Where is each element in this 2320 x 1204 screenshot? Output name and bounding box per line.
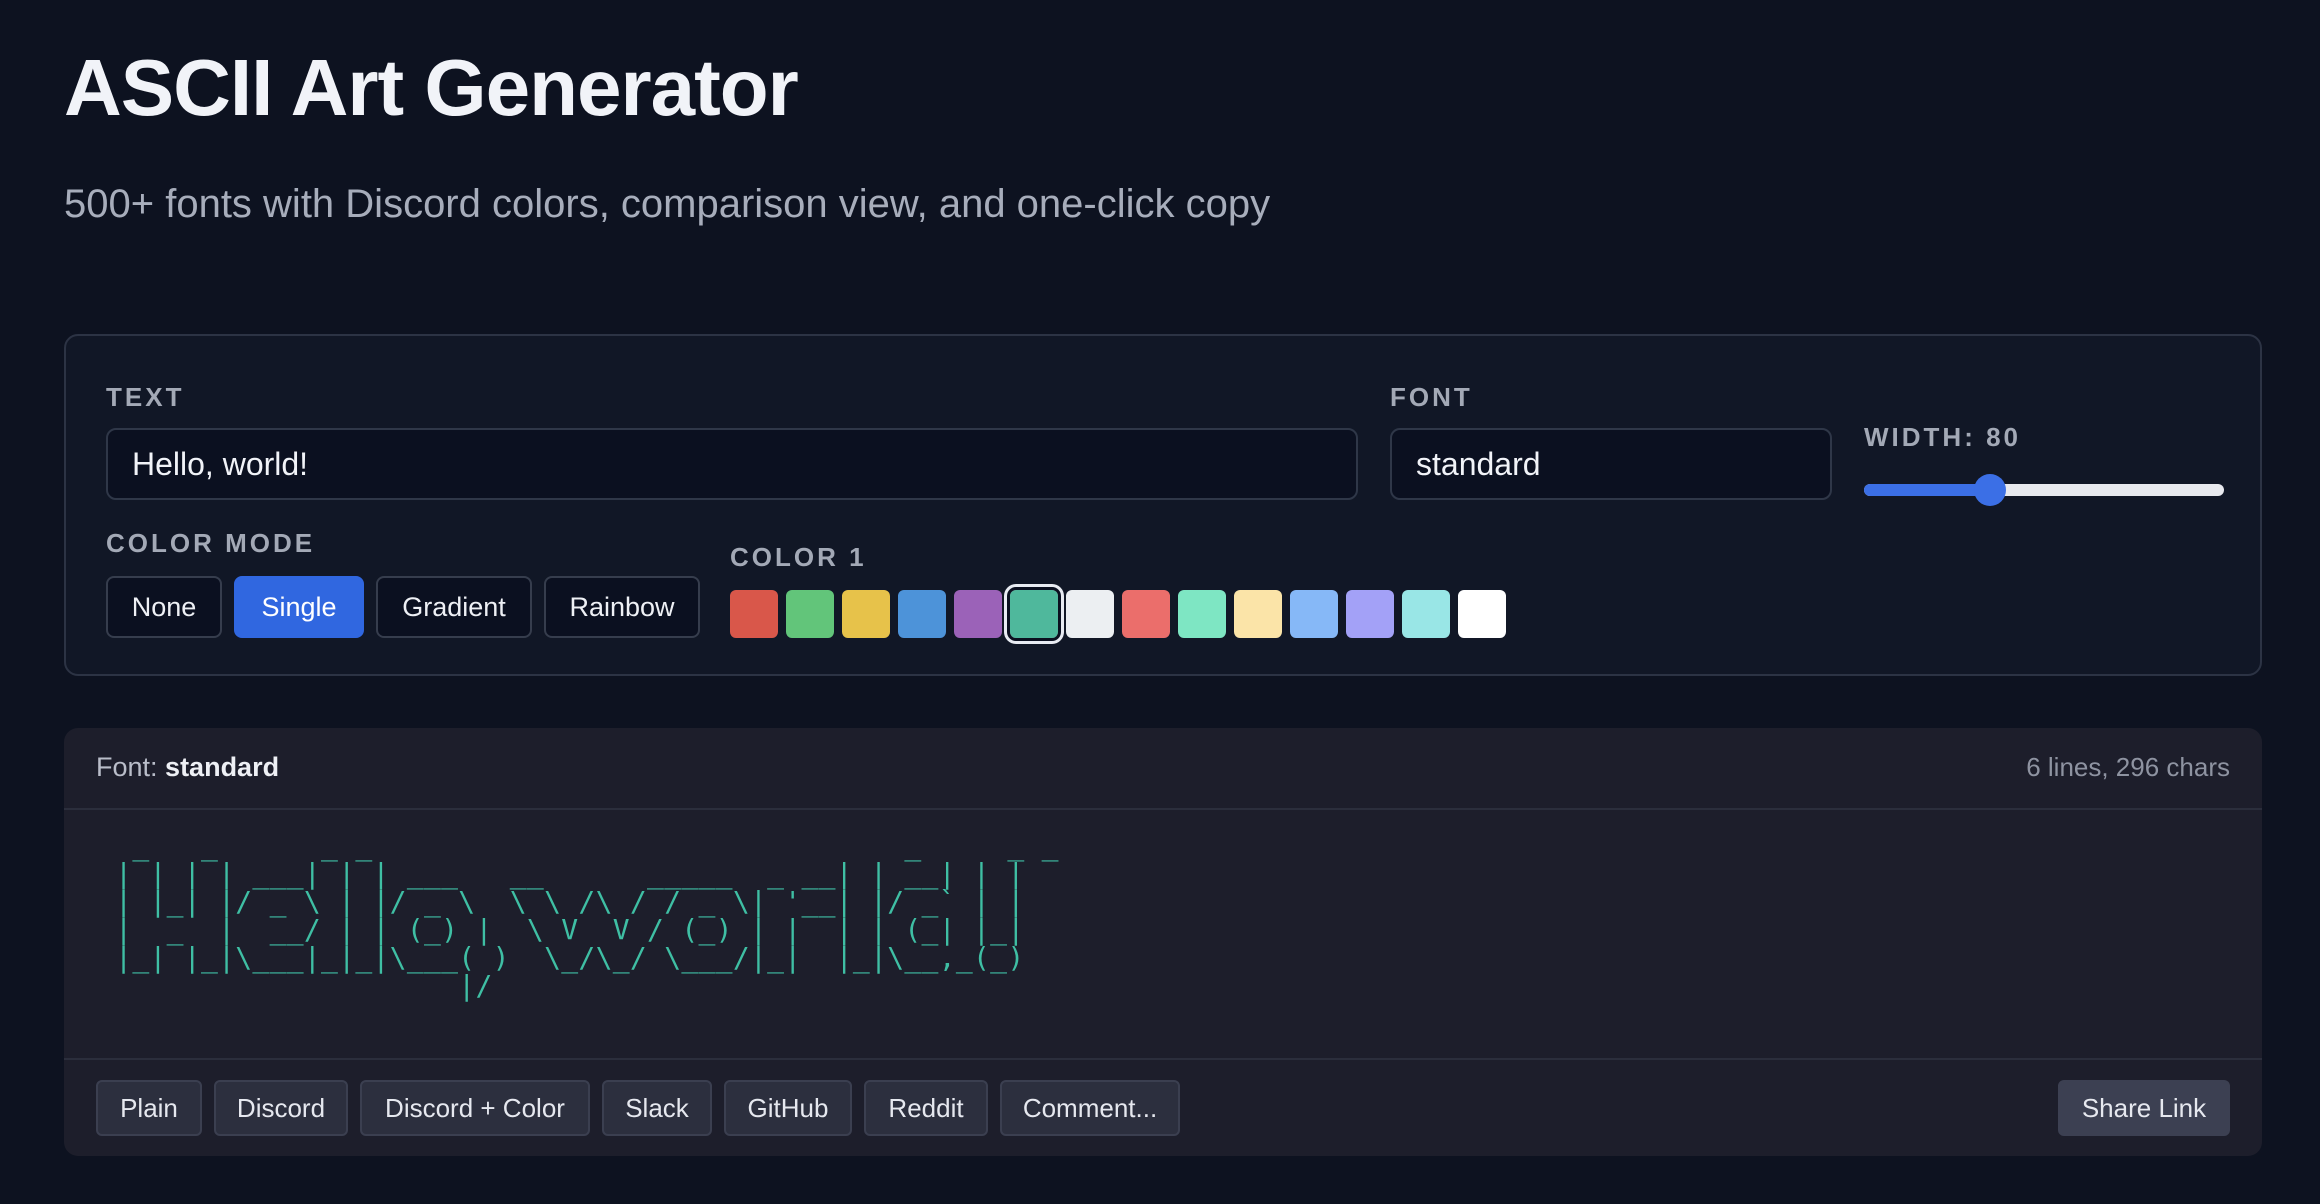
output-footer: Plain Discord Discord + Color Slack GitH… — [64, 1058, 2262, 1156]
color-swatch-13[interactable] — [1402, 590, 1450, 638]
copy-discord-button[interactable]: Discord — [214, 1080, 348, 1136]
color-swatch-1[interactable] — [730, 590, 778, 638]
color-swatch-5[interactable] — [954, 590, 1002, 638]
color-swatch-7[interactable] — [1066, 590, 1114, 638]
output-font-info: Font: standard — [96, 752, 279, 783]
output-stats: 6 lines, 296 chars — [2026, 752, 2230, 782]
output-font-name: standard — [165, 752, 280, 782]
copy-plain-button[interactable]: Plain — [96, 1080, 202, 1136]
text-input[interactable] — [106, 428, 1358, 500]
color-swatch-11[interactable] — [1290, 590, 1338, 638]
width-slider-thumb[interactable] — [1974, 474, 2006, 506]
color1-label: COLOR 1 — [730, 542, 867, 572]
width-label: WIDTH: 80 — [1864, 422, 2021, 452]
copy-comment-button[interactable]: Comment... — [1000, 1080, 1180, 1136]
page-title: ASCII Art Generator — [64, 43, 799, 132]
color-mode-rainbow-button[interactable]: Rainbow — [544, 576, 700, 638]
color-swatch-12[interactable] — [1346, 590, 1394, 638]
color-swatch-8[interactable] — [1122, 590, 1170, 638]
font-label: FONT — [1390, 382, 1473, 412]
text-label: TEXT — [106, 382, 185, 412]
controls-panel: TEXT FONT WIDTH: 80 COLOR MODE None Sing… — [64, 334, 2262, 676]
color-mode-single-button[interactable]: Single — [234, 576, 364, 638]
color-mode-none-button[interactable]: None — [106, 576, 222, 638]
ascii-art-preview: _ _ _ _ _ _ _ | | | | ___| | | ___ __ __… — [115, 829, 1059, 1002]
font-input[interactable] — [1390, 428, 1832, 500]
width-slider-fill — [1864, 484, 1990, 496]
copy-reddit-button[interactable]: Reddit — [864, 1080, 988, 1136]
color-swatch-6[interactable] — [1007, 587, 1061, 641]
copy-github-button[interactable]: GitHub — [724, 1080, 852, 1136]
color-swatch-14[interactable] — [1458, 590, 1506, 638]
color-swatch-4[interactable] — [898, 590, 946, 638]
copy-discord-color-button[interactable]: Discord + Color — [360, 1080, 590, 1136]
color-mode-gradient-button[interactable]: Gradient — [376, 576, 532, 638]
copy-slack-button[interactable]: Slack — [602, 1080, 712, 1136]
page: ASCII Art Generator 500+ fonts with Disc… — [0, 0, 2320, 1204]
color-mode-label: COLOR MODE — [106, 528, 316, 558]
page-subtitle: 500+ fonts with Discord colors, comparis… — [64, 182, 1271, 226]
output-header: Font: standard 6 lines, 296 chars — [64, 728, 2262, 810]
share-link-button[interactable]: Share Link — [2058, 1080, 2230, 1136]
color-swatch-9[interactable] — [1178, 590, 1226, 638]
color-swatch-10[interactable] — [1234, 590, 1282, 638]
color-swatch-2[interactable] — [786, 590, 834, 638]
output-card: Font: standard 6 lines, 296 chars _ _ _ … — [64, 728, 2262, 1156]
color-swatch-3[interactable] — [842, 590, 890, 638]
output-font-prefix: Font: — [96, 752, 158, 782]
width-slider[interactable] — [1864, 472, 2224, 508]
